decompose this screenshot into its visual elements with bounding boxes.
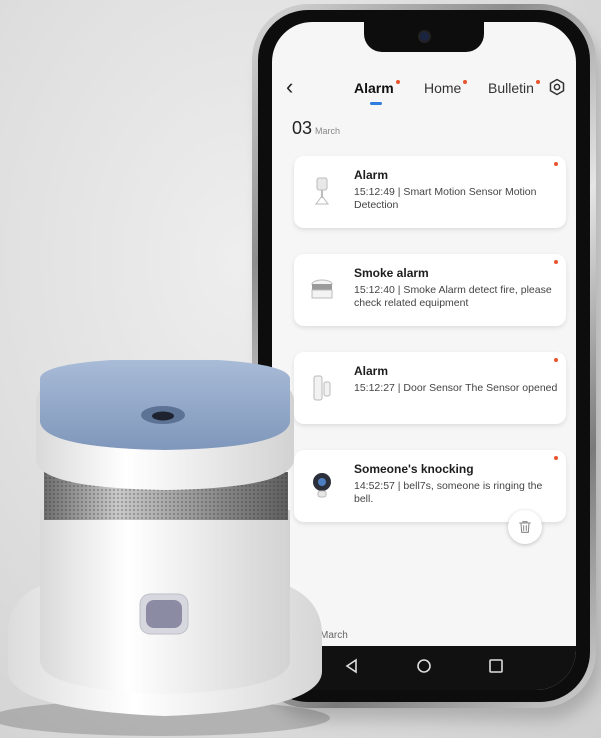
notification-title: Alarm	[354, 364, 389, 378]
date-day: 03	[292, 118, 313, 138]
trash-icon	[519, 521, 531, 533]
active-tab-indicator	[370, 102, 382, 105]
nav-back-icon[interactable]	[342, 656, 362, 676]
tab-home-label: Home	[424, 80, 462, 96]
nav-recents-icon[interactable]	[486, 656, 506, 676]
notification-title: Someone's knocking	[354, 462, 474, 476]
notification-card[interactable]: Alarm 15:12:49 | Smart Motion Sensor Mot…	[294, 156, 566, 228]
notch	[364, 22, 484, 52]
settings-gear-icon[interactable]	[548, 78, 566, 96]
nav-home-icon[interactable]	[414, 656, 434, 676]
notification-card[interactable]: Smoke alarm 15:12:40 | Smoke Alarm detec…	[294, 254, 566, 326]
unread-dot	[554, 358, 558, 362]
smoke-detector-device	[0, 360, 330, 736]
tab-bulletin-label: Bulletin	[488, 80, 534, 96]
notification-title: Smoke alarm	[354, 266, 429, 280]
unread-dot	[554, 456, 558, 460]
tab-bulletin-unread-dot	[535, 80, 540, 84]
notification-text: 15:12:40 | Smoke Alarm detect fire, plea…	[354, 284, 552, 309]
tab-alarm[interactable]: Alarm	[354, 80, 400, 96]
back-arrow-icon[interactable]: ‹	[286, 74, 293, 100]
tab-home-unread-dot	[463, 80, 468, 84]
date-heading: 03 March	[292, 118, 340, 139]
notification-text: 15:12:27 | Door Sensor The Sensor opened	[354, 382, 558, 394]
tab-alarm-label: Alarm	[354, 80, 394, 96]
delete-button[interactable]	[508, 510, 542, 544]
unread-dot	[554, 260, 558, 264]
motion-sensor-icon	[315, 177, 329, 205]
tab-home[interactable]: Home	[424, 80, 468, 96]
date-month: March	[315, 126, 341, 136]
tab-alarm-unread-dot	[395, 80, 400, 84]
smoke-detector-icon	[311, 279, 333, 299]
notification-text: 15:12:49 | Smart Motion Sensor Motion De…	[354, 186, 537, 211]
front-camera-icon	[420, 32, 429, 41]
unread-dot	[554, 162, 558, 166]
app-header: ‹ Alarm Home Bulletin	[272, 74, 576, 114]
notification-title: Alarm	[354, 168, 389, 182]
notification-text: 14:52:57 | bell7s, someone is ringing th…	[354, 480, 543, 505]
tab-bulletin[interactable]: Bulletin	[488, 80, 540, 96]
